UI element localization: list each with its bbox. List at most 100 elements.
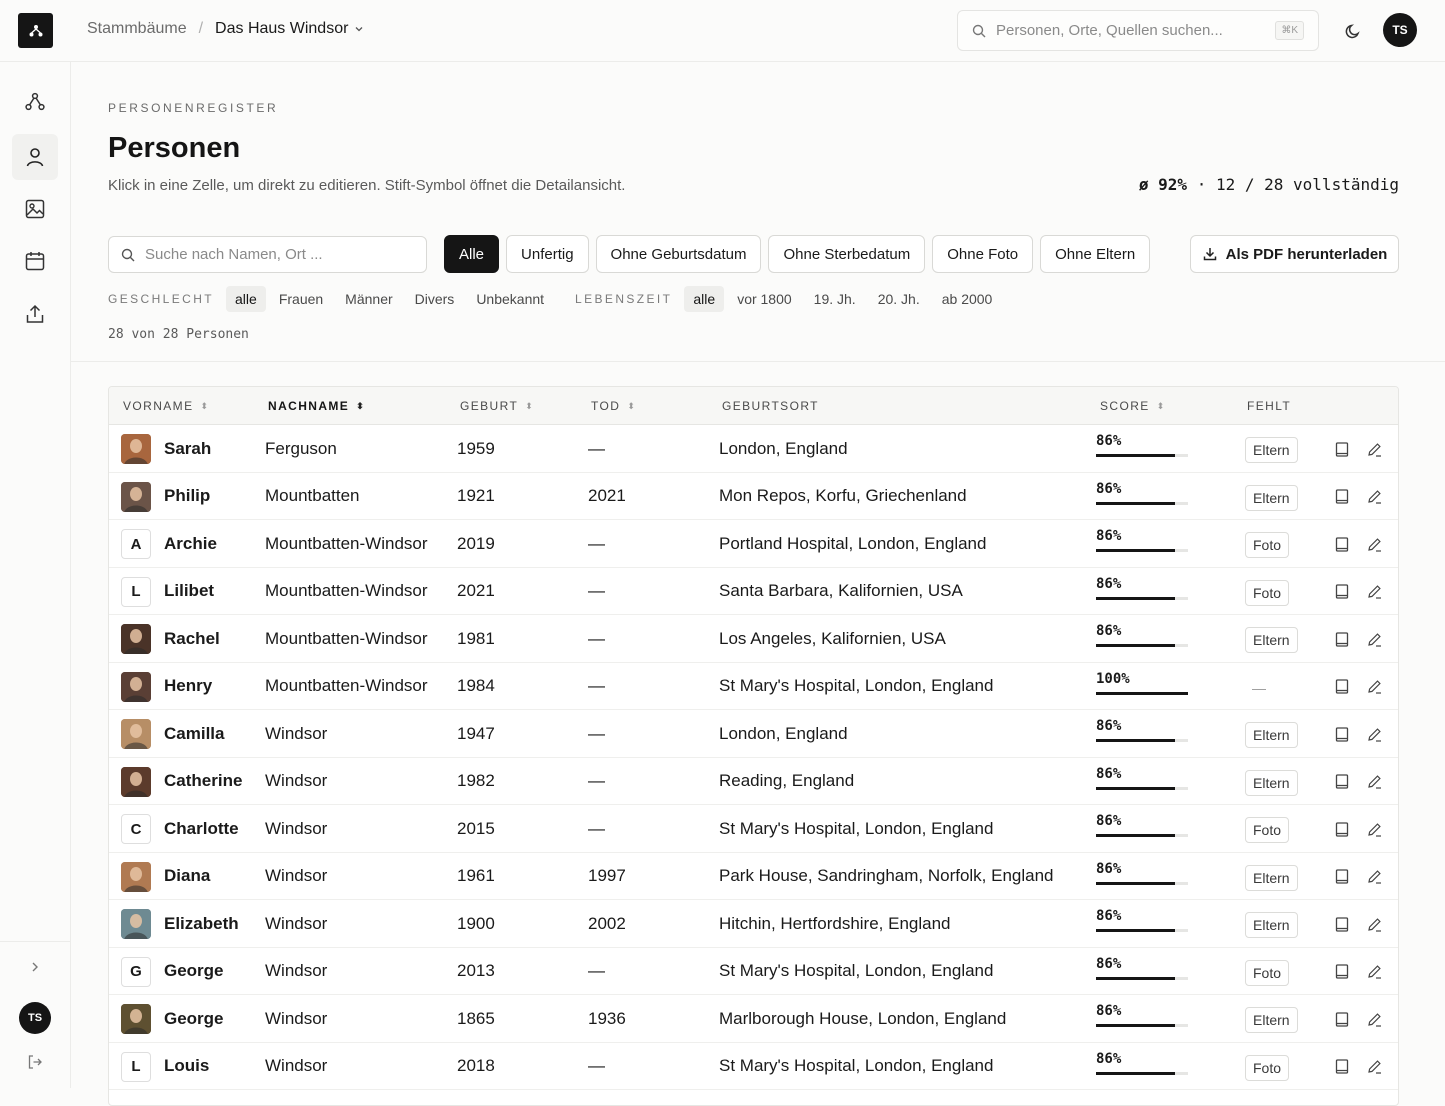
cell-death[interactable]: 2002 — [588, 900, 626, 947]
cell-lastname[interactable]: Mountbatten-Windsor — [265, 520, 428, 567]
chevron-right-icon[interactable] — [12, 944, 58, 990]
cell-firstname[interactable]: Archie — [164, 520, 217, 567]
global-search[interactable]: ⌘K — [957, 10, 1319, 51]
cell-birthplace[interactable]: Reading, England — [719, 758, 854, 805]
gender-all[interactable]: alle — [226, 286, 266, 312]
table-row[interactable]: Sarah Ferguson 1959 — London, England 86… — [109, 425, 1398, 473]
table-row[interactable]: L Louis Windsor 2018 — St Mary's Hospita… — [109, 1043, 1398, 1090]
table-row[interactable]: Elizabeth Windsor 1900 2002 Hitchin, Her… — [109, 900, 1398, 948]
pencil-icon[interactable] — [1364, 677, 1384, 697]
cell-birth[interactable]: 1982 — [457, 758, 495, 805]
cell-firstname[interactable]: Sarah — [164, 425, 211, 472]
cell-lastname[interactable]: Mountbatten — [265, 473, 360, 520]
book-icon[interactable] — [1332, 867, 1352, 887]
cell-birth[interactable]: 1900 — [457, 900, 495, 947]
gender-diverse[interactable]: Divers — [406, 286, 464, 312]
tree-icon[interactable] — [18, 13, 53, 48]
table-search-input[interactable] — [145, 246, 414, 263]
book-icon[interactable] — [1332, 487, 1352, 507]
cell-lastname[interactable]: Windsor — [265, 948, 327, 995]
pencil-icon[interactable] — [1364, 867, 1384, 887]
gender-men[interactable]: Männer — [336, 286, 401, 312]
lifetime-before-1800[interactable]: vor 1800 — [728, 286, 800, 312]
lifetime-all[interactable]: alle — [684, 286, 725, 312]
cell-death[interactable]: — — [588, 1043, 605, 1090]
cell-birthplace[interactable]: Marlborough House, London, England — [719, 995, 1006, 1042]
table-row[interactable]: Camilla Windsor 1947 — London, England 8… — [109, 710, 1398, 758]
cell-lastname[interactable]: Mountbatten-Windsor — [265, 615, 428, 662]
cell-lastname[interactable]: Windsor — [265, 758, 327, 805]
cell-firstname[interactable]: Camilla — [164, 710, 224, 757]
book-icon[interactable] — [1332, 1009, 1352, 1029]
cell-birthplace[interactable]: Hitchin, Hertfordshire, England — [719, 900, 951, 947]
cell-birth[interactable]: 2013 — [457, 948, 495, 995]
pencil-icon[interactable] — [1364, 772, 1384, 792]
cell-birthplace[interactable]: Mon Repos, Korfu, Griechenland — [719, 473, 967, 520]
book-icon[interactable] — [1332, 677, 1352, 697]
cell-death[interactable]: — — [588, 663, 605, 710]
chip-no-photo[interactable]: Ohne Foto — [932, 235, 1034, 273]
user-avatar[interactable]: TS — [1383, 13, 1417, 47]
chip-incomplete[interactable]: Unfertig — [506, 235, 589, 273]
chip-all[interactable]: Alle — [444, 235, 500, 273]
cell-birthplace[interactable]: London, England — [719, 425, 848, 472]
cell-firstname[interactable]: Henry — [164, 663, 212, 710]
chip-no-deathdate[interactable]: Ohne Sterbedatum — [768, 235, 926, 273]
download-pdf-button[interactable]: Als PDF herunterladen — [1190, 235, 1399, 273]
cell-firstname[interactable]: George — [164, 995, 224, 1042]
cell-death[interactable]: 1936 — [588, 995, 626, 1042]
cell-firstname[interactable]: Diana — [164, 853, 210, 900]
cell-death[interactable]: — — [588, 615, 605, 662]
breadcrumb-root[interactable]: Stammbäume — [87, 20, 187, 38]
pencil-icon[interactable] — [1364, 1009, 1384, 1029]
pencil-icon[interactable] — [1364, 629, 1384, 649]
cell-lastname[interactable]: Windsor — [265, 1043, 327, 1090]
cell-death[interactable]: 1997 — [588, 853, 626, 900]
pencil-icon[interactable] — [1364, 724, 1384, 744]
cell-lastname[interactable]: Mountbatten-Windsor — [265, 663, 428, 710]
book-icon[interactable] — [1332, 629, 1352, 649]
sidebar-item-media[interactable] — [12, 186, 58, 232]
cell-lastname[interactable]: Mountbatten-Windsor — [265, 568, 428, 615]
lifetime-19th[interactable]: 19. Jh. — [805, 286, 865, 312]
cell-birth[interactable]: 2015 — [457, 805, 495, 852]
global-search-input[interactable] — [996, 22, 1276, 39]
pencil-icon[interactable] — [1364, 1057, 1384, 1077]
cell-firstname[interactable]: Charlotte — [164, 805, 239, 852]
cell-birthplace[interactable]: St Mary's Hospital, London, England — [719, 805, 993, 852]
cell-death[interactable]: — — [588, 568, 605, 615]
cell-birthplace[interactable]: Portland Hospital, London, England — [719, 520, 986, 567]
col-header-lastname[interactable]: NACHNAME ⬍ — [268, 399, 365, 413]
sidebar-item-export[interactable] — [12, 291, 58, 337]
table-row[interactable]: Philip Mountbatten 1921 2021 Mon Repos, … — [109, 473, 1398, 520]
cell-birth[interactable]: 1921 — [457, 473, 495, 520]
lifetime-20th[interactable]: 20. Jh. — [869, 286, 929, 312]
sidebar-item-tree[interactable] — [12, 79, 58, 125]
cell-birthplace[interactable]: St Mary's Hospital, London, England — [719, 1043, 993, 1090]
book-icon[interactable] — [1332, 914, 1352, 934]
pencil-icon[interactable] — [1364, 487, 1384, 507]
cell-death[interactable]: — — [588, 710, 605, 757]
book-icon[interactable] — [1332, 582, 1352, 602]
chip-no-birthdate[interactable]: Ohne Geburtsdatum — [595, 235, 762, 273]
cell-birthplace[interactable]: Park House, Sandringham, Norfolk, Englan… — [719, 853, 1054, 900]
cell-birth[interactable]: 2019 — [457, 520, 495, 567]
pencil-icon[interactable] — [1364, 914, 1384, 934]
cell-birthplace[interactable]: Santa Barbara, Kalifornien, USA — [719, 568, 963, 615]
cell-firstname[interactable]: Catherine — [164, 758, 242, 805]
moon-icon[interactable] — [1342, 20, 1364, 42]
cell-death[interactable]: — — [588, 520, 605, 567]
sidebar-item-persons[interactable] — [12, 134, 58, 180]
cell-birth[interactable]: 2021 — [457, 568, 495, 615]
cell-birth[interactable]: 1961 — [457, 853, 495, 900]
col-header-firstname[interactable]: VORNAME ⬍ — [123, 399, 209, 413]
book-icon[interactable] — [1332, 819, 1352, 839]
col-header-birth[interactable]: GEBURT ⬍ — [460, 399, 534, 413]
table-row[interactable]: A Archie Mountbatten-Windsor 2019 — Port… — [109, 520, 1398, 568]
cell-death[interactable]: 2021 — [588, 473, 626, 520]
table-search[interactable] — [108, 236, 427, 273]
cell-firstname[interactable]: Lilibet — [164, 568, 214, 615]
pencil-icon[interactable] — [1364, 819, 1384, 839]
cell-birthplace[interactable]: St Mary's Hospital, London, England — [719, 663, 993, 710]
table-row[interactable]: George Windsor 1865 1936 Marlborough Hou… — [109, 995, 1398, 1043]
